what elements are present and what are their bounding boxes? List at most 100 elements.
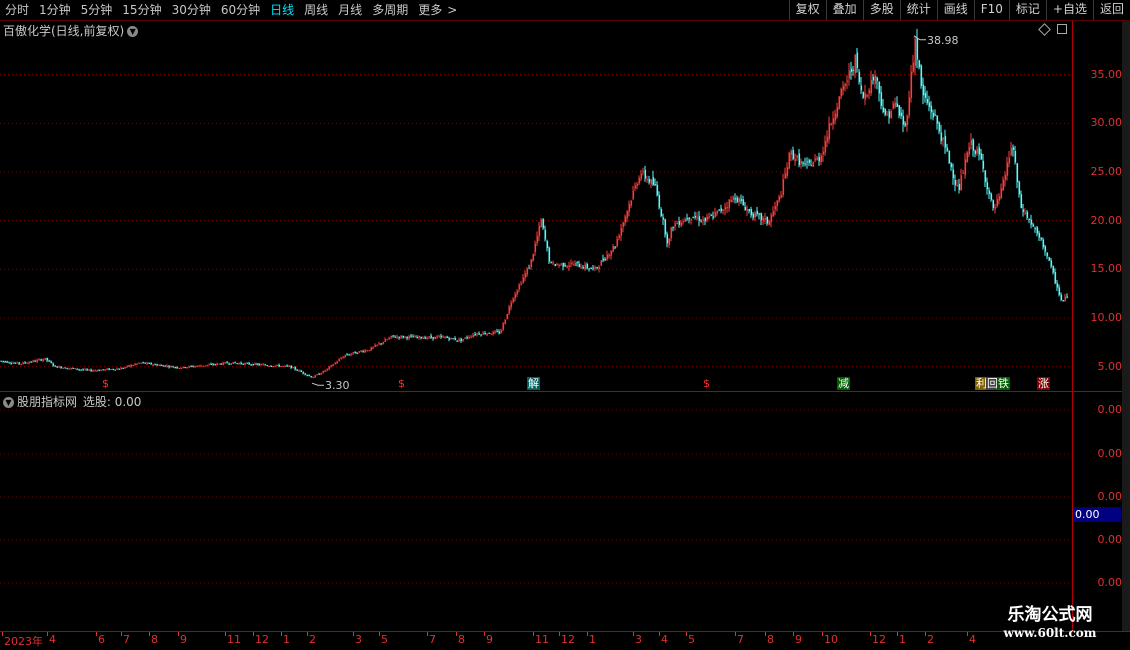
candle-body — [982, 160, 985, 169]
period-tab-10[interactable]: 更多 — [413, 0, 447, 20]
candle-body — [996, 199, 999, 207]
candle-body — [838, 96, 841, 109]
candle-body — [600, 260, 603, 266]
x-tick — [96, 632, 97, 636]
event-marker[interactable]: $ — [101, 377, 110, 390]
candle-body — [242, 363, 245, 365]
candle-body — [718, 209, 721, 211]
indicator-y-tick: 0.00 — [1097, 447, 1123, 460]
function-buttons: 复权 叠加 多股 统计 画线 F10 标记 +自选 返回 — [788, 0, 1130, 20]
candle-body — [542, 218, 545, 229]
x-axis-label: 12 — [872, 633, 886, 646]
event-marker[interactable]: 涨 — [1037, 377, 1050, 390]
event-marker[interactable]: 铁 — [997, 377, 1010, 390]
toolbar-button-3[interactable]: 统计 — [899, 0, 937, 20]
toolbar-button-7[interactable]: +自选 — [1045, 0, 1093, 20]
candle-body — [494, 331, 497, 333]
candle-body — [234, 362, 237, 364]
candle-body — [656, 184, 659, 196]
period-tab-8[interactable]: 月线 — [333, 0, 367, 20]
candle-body — [504, 319, 507, 325]
candle-body — [834, 113, 837, 121]
candle-body — [368, 350, 371, 352]
toolbar-button-0[interactable]: 复权 — [788, 0, 826, 20]
period-tab-9[interactable]: 多周期 — [367, 0, 413, 20]
candle-body — [764, 218, 767, 220]
candle-body — [628, 203, 631, 212]
candlestick-chart[interactable]: 38.98 3.30 — [0, 21, 1072, 391]
candle-body — [602, 258, 605, 261]
toolbar-button-2[interactable]: 多股 — [862, 0, 900, 20]
candle-body — [890, 110, 893, 119]
event-marker[interactable]: 减 — [837, 377, 850, 390]
candle-body — [248, 362, 251, 365]
event-marker[interactable]: $ — [702, 377, 711, 390]
event-marker[interactable]: $ — [397, 377, 406, 390]
candle-body — [78, 369, 81, 371]
candle-body — [158, 365, 161, 367]
candle-body — [674, 223, 677, 227]
candle-body — [878, 81, 881, 94]
toolbar-button-4[interactable]: 画线 — [936, 0, 974, 20]
candle-body — [918, 60, 921, 68]
x-axis-label: 6 — [98, 633, 105, 646]
candle-body — [390, 335, 393, 338]
candle-body — [32, 360, 35, 362]
candle-body — [340, 358, 343, 360]
candle-body — [460, 338, 463, 341]
toolbar-button-1[interactable]: 叠加 — [825, 0, 863, 20]
candle-body — [546, 241, 549, 248]
period-tab-0[interactable]: 分时 — [0, 0, 34, 20]
x-axis-label: 4 — [49, 633, 56, 646]
x-tick — [793, 632, 794, 636]
candle-body — [4, 361, 7, 363]
period-tab-5[interactable]: 60分钟 — [216, 0, 265, 20]
candle-body — [516, 290, 519, 295]
candle-body — [1054, 272, 1057, 284]
candle-body — [328, 366, 331, 369]
candle-body — [134, 364, 137, 366]
candle-body — [898, 105, 901, 116]
candle-body — [904, 123, 907, 126]
candle-body — [762, 218, 765, 221]
candle-body — [70, 368, 73, 370]
candle-body — [810, 165, 813, 167]
x-axis-label: 3 — [635, 633, 642, 646]
toolbar-button-8[interactable]: 返回 — [1092, 0, 1130, 20]
candle-body — [846, 80, 849, 82]
candle-body — [792, 150, 795, 160]
candle-body — [214, 364, 217, 366]
toolbar-button-5[interactable]: F10 — [973, 0, 1009, 20]
candle-body — [416, 336, 419, 338]
candle-body — [414, 336, 417, 338]
event-marker[interactable]: 解 — [527, 377, 540, 390]
period-tab-3[interactable]: 15分钟 — [117, 0, 166, 20]
period-tab-4[interactable]: 30分钟 — [167, 0, 216, 20]
candle-body — [1056, 283, 1059, 288]
period-tab-7[interactable]: 周线 — [299, 0, 333, 20]
period-tab-6[interactable]: 日线 — [265, 0, 299, 20]
toolbar-button-6[interactable]: 标记 — [1008, 0, 1046, 20]
candle-body — [484, 333, 487, 335]
candle-body — [586, 263, 589, 269]
candle-body — [520, 283, 523, 285]
candle-body — [882, 107, 885, 113]
candle-body — [140, 362, 143, 364]
more-chevron-icon[interactable]: > — [447, 0, 462, 20]
candle-body — [192, 366, 195, 368]
x-tick — [178, 632, 179, 636]
period-tab-1[interactable]: 1分钟 — [34, 0, 76, 20]
candle-body — [1006, 162, 1009, 176]
candle-body — [784, 173, 787, 179]
candle-body — [258, 364, 261, 366]
candle-body — [984, 170, 987, 183]
candle-body — [570, 263, 573, 265]
period-tab-2[interactable]: 5分钟 — [76, 0, 118, 20]
candle-body — [424, 337, 427, 339]
candle-body — [228, 363, 231, 365]
candle-body — [264, 364, 267, 366]
candle-body — [750, 209, 753, 216]
candle-body — [658, 195, 661, 208]
candle-body — [1002, 179, 1005, 191]
candle-body — [84, 369, 87, 371]
